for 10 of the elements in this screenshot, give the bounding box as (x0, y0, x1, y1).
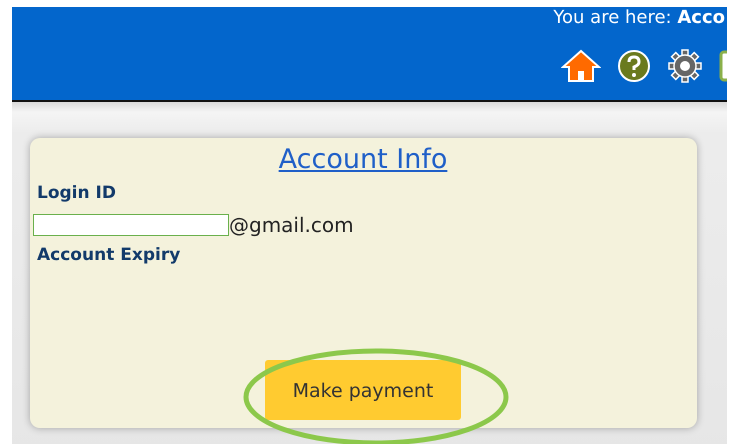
card-title[interactable]: Account Info (278, 144, 448, 175)
field-label: Login ID (37, 183, 117, 203)
field-label: Account Expiry (37, 245, 182, 265)
input-field[interactable] (33, 214, 229, 236)
home-icon[interactable] (561, 49, 601, 83)
payment-button[interactable]: Make payment (264, 360, 462, 420)
settings-icon[interactable] (667, 48, 703, 84)
breadcrumb: You are here: Acco (553, 7, 725, 28)
help-icon[interactable] (617, 49, 651, 83)
email-domain: @gmail.com (229, 213, 354, 237)
